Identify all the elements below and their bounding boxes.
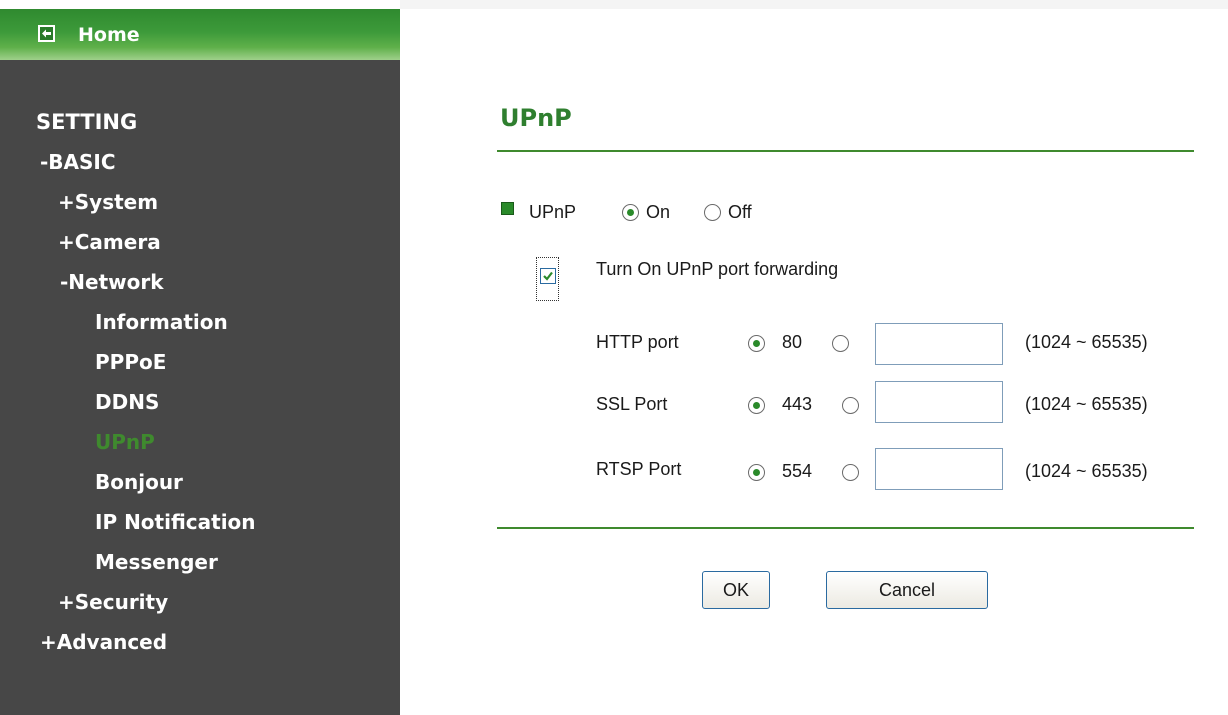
ssl-port-label: SSL Port	[596, 394, 668, 414]
http-port-custom-radio[interactable]	[832, 335, 849, 352]
ssl-port-input[interactable]	[875, 381, 1003, 423]
http-port-default-value: 80	[782, 332, 803, 352]
ok-button[interactable]: OK	[702, 571, 770, 609]
sidebar-item-pppoe[interactable]: PPPoE	[95, 350, 166, 374]
home-button[interactable]: Home	[0, 9, 400, 60]
rtsp-port-input[interactable]	[875, 448, 1003, 490]
sidebar-item-basic[interactable]: -BASIC	[40, 150, 116, 174]
http-port-default-radio[interactable]	[748, 335, 765, 352]
rtsp-port-default-value: 554	[782, 461, 813, 481]
sidebar-item-system[interactable]: +System	[58, 190, 158, 214]
sidebar-item-ddns[interactable]: DDNS	[95, 390, 159, 414]
upnp-off-label: Off	[728, 202, 752, 222]
sidebar-item-upnp[interactable]: UPnP	[95, 430, 155, 454]
ssl-port-default-value: 443	[782, 394, 813, 414]
upnp-label: UPnP	[529, 202, 577, 222]
sidebar: Home SETTING -BASIC +System +Camera -Net…	[0, 9, 400, 715]
main-panel: UPnP UPnP On Off Turn On UPnP port forwa…	[400, 9, 1228, 715]
ssl-port-default-radio[interactable]	[748, 397, 765, 414]
sidebar-item-messenger[interactable]: Messenger	[95, 550, 218, 574]
port-forwarding-label: Turn On UPnP port forwarding	[596, 259, 839, 279]
sidebar-item-ip-notification[interactable]: IP Notification	[95, 510, 256, 534]
sidebar-item-advanced[interactable]: +Advanced	[40, 630, 167, 654]
title-divider	[497, 150, 1194, 152]
http-port-label: HTTP port	[596, 332, 679, 352]
ssl-port-custom-radio[interactable]	[842, 397, 859, 414]
sidebar-item-network[interactable]: -Network	[60, 270, 164, 294]
rtsp-port-range: (1024 ~ 65535)	[1025, 461, 1148, 481]
sidebar-item-security[interactable]: +Security	[58, 590, 168, 614]
upnp-on-radio[interactable]	[622, 204, 639, 221]
home-label: Home	[78, 24, 140, 46]
page-title: UPnP	[500, 104, 572, 132]
upnp-on-label: On	[646, 202, 671, 222]
sidebar-item-bonjour[interactable]: Bonjour	[95, 470, 183, 494]
top-strip	[400, 0, 1228, 9]
check-icon	[543, 271, 553, 281]
cancel-button[interactable]: Cancel	[826, 571, 988, 609]
http-port-input[interactable]	[875, 323, 1003, 365]
rtsp-port-custom-radio[interactable]	[842, 464, 859, 481]
sidebar-item-camera[interactable]: +Camera	[58, 230, 161, 254]
back-arrow-icon	[38, 25, 55, 42]
bullet-icon	[501, 202, 514, 215]
upnp-off-radio[interactable]	[704, 204, 721, 221]
ssl-port-range: (1024 ~ 65535)	[1025, 394, 1148, 414]
rtsp-port-label: RTSP Port	[596, 459, 682, 479]
bottom-divider	[497, 527, 1194, 529]
rtsp-port-default-radio[interactable]	[748, 464, 765, 481]
sidebar-heading-setting: SETTING	[36, 110, 138, 134]
port-forwarding-checkbox[interactable]	[540, 268, 556, 284]
http-port-range: (1024 ~ 65535)	[1025, 332, 1148, 352]
sidebar-item-information[interactable]: Information	[95, 310, 228, 334]
